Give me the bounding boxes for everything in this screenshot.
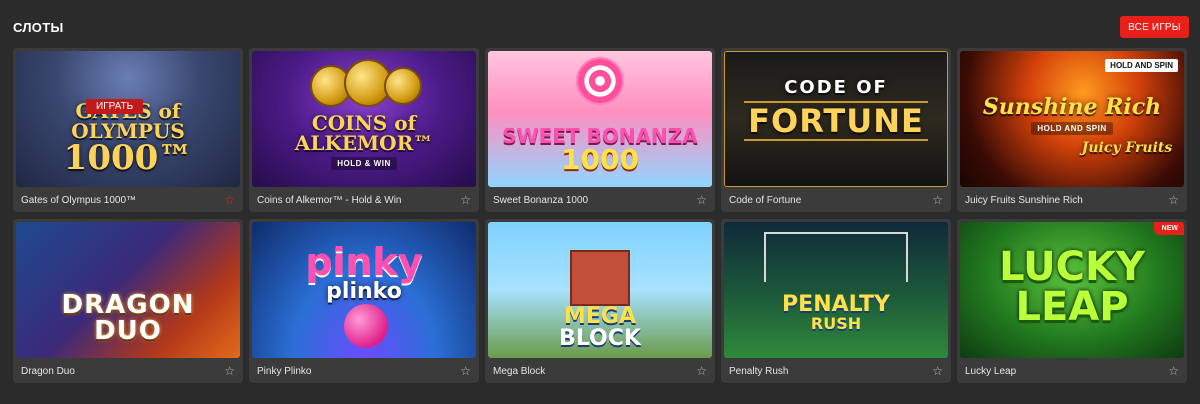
game-card-lucky-leap[interactable]: LUCKY LEAP NEW Lucky Leap ☆	[957, 219, 1187, 383]
art-subtitle: LEAP	[1015, 284, 1129, 330]
building-icon	[570, 250, 630, 306]
game-thumbnail[interactable]: MEGA BLOCK	[488, 222, 712, 358]
play-button[interactable]: ИГРАТЬ	[86, 99, 144, 114]
star-icon[interactable]: ☆	[696, 365, 707, 377]
goal-icon	[764, 232, 908, 282]
slots-section: СЛОТЫ ВСЕ ИГРЫ GATES of OLYMPUS 1000™ ИГ…	[0, 0, 1200, 404]
game-title: Code of Fortune	[729, 194, 802, 206]
art-title: COINS of ALKEMOR™	[294, 110, 434, 155]
game-caption: Mega Block ☆	[485, 359, 715, 383]
game-card-dragon-duo[interactable]: DRAGON DUO Dragon Duo ☆	[13, 219, 243, 383]
game-title: Gates of Olympus 1000™	[21, 194, 137, 206]
game-thumbnail[interactable]: PENALTY RUSH	[724, 222, 948, 358]
hold-spin-badge: HOLD AND SPIN	[1105, 59, 1178, 72]
art-subtitle: RUSH	[810, 314, 862, 333]
game-caption: Dragon Duo ☆	[13, 359, 243, 383]
art-subtitle: 1000™	[63, 138, 193, 178]
star-icon[interactable]: ☆	[224, 194, 235, 206]
game-card-pinky-plinko[interactable]: pinky plinko Pinky Plinko ☆	[249, 219, 479, 383]
art-title: CODE OF	[784, 77, 888, 98]
game-art: DRAGON DUO	[16, 222, 240, 358]
star-icon[interactable]: ☆	[460, 365, 471, 377]
art-subtitle: DUO	[94, 316, 162, 346]
coin-icon	[384, 67, 422, 105]
game-title: Juicy Fruits Sunshine Rich	[965, 194, 1083, 206]
star-icon[interactable]: ☆	[224, 365, 235, 377]
game-art: PENALTY RUSH	[724, 222, 948, 358]
game-art: GATES of OLYMPUS 1000™	[16, 51, 240, 187]
game-thumbnail[interactable]: LUCKY LEAP NEW	[960, 222, 1184, 358]
art-title: LUCKY	[999, 244, 1145, 290]
star-icon[interactable]: ☆	[1168, 365, 1179, 377]
game-thumbnail[interactable]: CODE OF FORTUNE	[724, 51, 948, 187]
star-icon[interactable]: ☆	[1168, 194, 1179, 206]
game-art: CODE OF FORTUNE	[725, 52, 947, 186]
art-title: MEGA	[563, 304, 636, 329]
game-card-juicy-fruits-sunshine-rich[interactable]: Sunshine Rich HOLD AND SPIN Juicy Fruits…	[957, 48, 1187, 212]
game-title: Dragon Duo	[21, 365, 75, 377]
game-title: Sweet Bonanza 1000	[493, 194, 589, 206]
art-title: DRAGON	[61, 290, 195, 320]
section-title: СЛОТЫ	[13, 20, 64, 35]
game-caption: Coins of Alkemor™ - Hold & Win ☆	[249, 188, 479, 212]
star-icon[interactable]: ☆	[932, 365, 943, 377]
game-art: SWEET BONANZA 1000	[488, 51, 712, 187]
game-thumbnail[interactable]: SWEET BONANZA 1000	[488, 51, 712, 187]
game-caption: Lucky Leap ☆	[957, 359, 1187, 383]
star-icon[interactable]: ☆	[696, 194, 707, 206]
game-caption: Pinky Plinko ☆	[249, 359, 479, 383]
game-art: MEGA BLOCK	[488, 222, 712, 358]
art-title: Sunshine Rich	[982, 93, 1162, 120]
game-card-mega-block[interactable]: MEGA BLOCK Mega Block ☆	[485, 219, 715, 383]
game-title: Penalty Rush	[729, 365, 789, 377]
game-thumbnail[interactable]: GATES of OLYMPUS 1000™ ИГРАТЬ	[16, 51, 240, 187]
game-thumbnail[interactable]: DRAGON DUO	[16, 222, 240, 358]
game-card-sweet-bonanza[interactable]: SWEET BONANZA 1000 Sweet Bonanza 1000 ☆	[485, 48, 715, 212]
game-caption: Juicy Fruits Sunshine Rich ☆	[957, 188, 1187, 212]
art-subtitle: HOLD & WIN	[331, 156, 397, 170]
art-title: pinky	[305, 240, 423, 284]
game-card-gates-of-olympus[interactable]: GATES of OLYMPUS 1000™ ИГРАТЬ Gates of O…	[13, 48, 243, 212]
game-card-coins-of-alkemor[interactable]: COINS of ALKEMOR™ HOLD & WIN Coins of Al…	[249, 48, 479, 212]
game-art: pinky plinko	[252, 222, 476, 358]
game-title: Mega Block	[493, 365, 546, 377]
new-badge: NEW	[1153, 222, 1184, 235]
game-card-code-of-fortune[interactable]: CODE OF FORTUNE Code of Fortune ☆	[721, 48, 951, 212]
game-art: COINS of ALKEMOR™ HOLD & WIN	[252, 51, 476, 187]
art-subtitle: BLOCK	[559, 326, 641, 351]
game-thumbnail[interactable]: Sunshine Rich HOLD AND SPIN Juicy Fruits…	[960, 51, 1184, 187]
game-thumbnail[interactable]: COINS of ALKEMOR™ HOLD & WIN	[252, 51, 476, 187]
art-subtitle: FORTUNE	[744, 101, 928, 141]
art-subtitle: 1000	[561, 143, 639, 176]
art-title: PENALTY	[782, 292, 890, 317]
art-brand: Juicy Fruits	[1081, 139, 1173, 156]
game-art: LUCKY LEAP	[960, 222, 1184, 358]
game-caption: Gates of Olympus 1000™ ☆	[13, 188, 243, 212]
lollipop-icon	[576, 57, 624, 105]
game-card-penalty-rush[interactable]: PENALTY RUSH Penalty Rush ☆	[721, 219, 951, 383]
ball-icon	[344, 304, 388, 348]
game-thumbnail[interactable]: pinky plinko	[252, 222, 476, 358]
game-title: Lucky Leap	[965, 365, 1017, 377]
game-caption: Penalty Rush ☆	[721, 359, 951, 383]
art-subtitle: HOLD AND SPIN	[1031, 121, 1113, 135]
star-icon[interactable]: ☆	[460, 194, 471, 206]
game-title: Coins of Alkemor™ - Hold & Win	[257, 194, 402, 206]
star-icon[interactable]: ☆	[932, 194, 943, 206]
game-caption: Code of Fortune ☆	[721, 188, 951, 212]
game-caption: Sweet Bonanza 1000 ☆	[485, 188, 715, 212]
games-grid: GATES of OLYMPUS 1000™ ИГРАТЬ Gates of O…	[13, 48, 1187, 383]
game-title: Pinky Plinko	[257, 365, 312, 377]
all-games-button[interactable]: ВСЕ ИГРЫ	[1120, 16, 1189, 38]
art-subtitle: plinko	[326, 279, 402, 304]
